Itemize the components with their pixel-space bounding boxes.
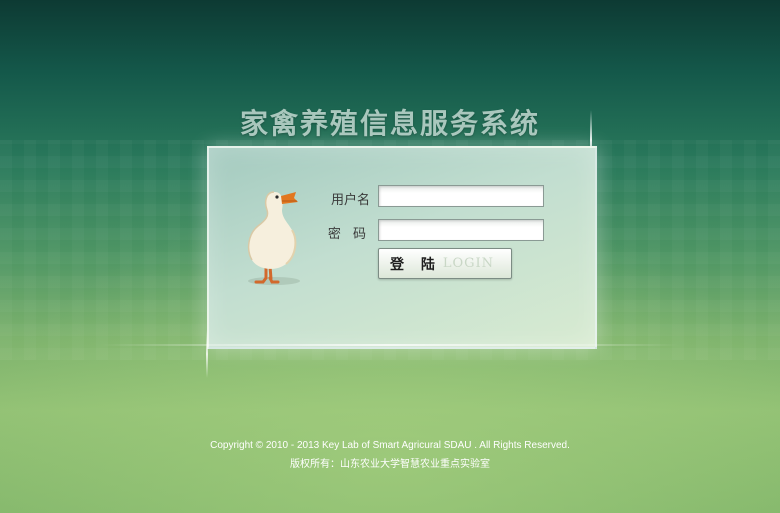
page-title: 家禽养殖信息服务系统 [239,107,540,140]
duck-mascot-icon [247,191,300,285]
copyright-text: Copyright © 2010 - 2013 Key Lab of Smart… [210,440,570,451]
login-button-label-cn: 登 陆 [390,256,441,273]
light-flare-bottom [206,330,208,378]
password-label: 密 码 [327,227,370,242]
username-label: 用户名 [330,193,370,208]
login-button[interactable]: 登 陆 LOGIN [378,248,512,279]
login-button-label-en: LOGIN [442,256,495,271]
username-input[interactable] [378,185,544,207]
password-input[interactable] [378,219,544,241]
owner-text: 版权所有：山东农业大学智慧农业重点实验室 [290,459,490,470]
light-flare-line [100,344,680,346]
